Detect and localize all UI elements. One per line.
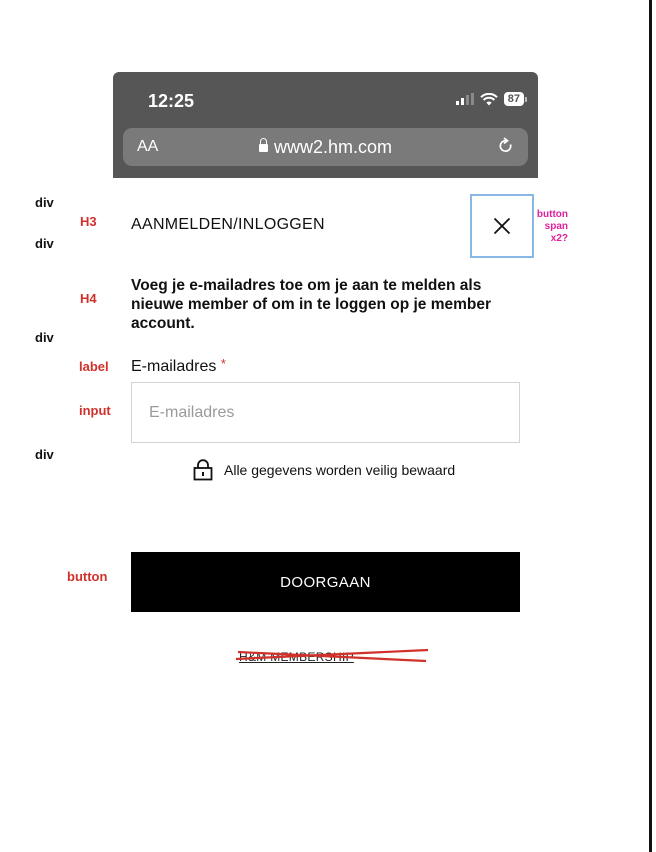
reload-icon[interactable] [498, 137, 514, 160]
battery-icon: 87 [503, 92, 528, 106]
annotation-label: label [79, 359, 109, 374]
email-input[interactable] [131, 382, 520, 443]
email-label: E-mailadres * [131, 356, 226, 376]
dialog-title: AANMELDEN/INLOGGEN [131, 216, 325, 233]
status-time: 12:25 [148, 91, 195, 111]
annotation-close-note: button span x2? [536, 209, 568, 244]
security-note: Alle gegevens worden veilig bewaard [193, 459, 455, 481]
annotation-h3: H3 [80, 214, 97, 229]
annotation-div: div [35, 236, 54, 251]
annotation-div: div [35, 330, 54, 345]
signal-icon [455, 93, 474, 105]
url-text: www2.hm.com [273, 137, 393, 157]
security-note-text: Alle gegevens worden veilig bewaard [224, 462, 456, 478]
email-label-text: E-mailadres [131, 358, 217, 375]
dialog-subtitle: Voeg je e-mailadres toe om je aan te mel… [131, 277, 492, 332]
close-icon [493, 217, 511, 235]
continue-button[interactable]: DOORGAAN [131, 552, 520, 612]
annotation-div: div [35, 195, 54, 210]
annotation-div: div [35, 447, 54, 462]
required-marker: * [220, 356, 226, 371]
browser-chrome: 12:25 87 AA www2.hm.com [113, 72, 538, 178]
status-icons: 87 [455, 92, 528, 106]
lock-icon [258, 138, 268, 152]
strikethrough-annotation [235, 648, 429, 663]
address-bar[interactable]: AA www2.hm.com [123, 128, 528, 166]
annotation-button: button [67, 569, 108, 584]
wifi-icon [480, 92, 498, 106]
url-display[interactable]: www2.hm.com [123, 137, 528, 158]
close-button[interactable] [470, 194, 534, 258]
lock-icon [193, 459, 213, 481]
annotation-input: input [79, 403, 111, 418]
annotation-h4: H4 [80, 291, 97, 306]
